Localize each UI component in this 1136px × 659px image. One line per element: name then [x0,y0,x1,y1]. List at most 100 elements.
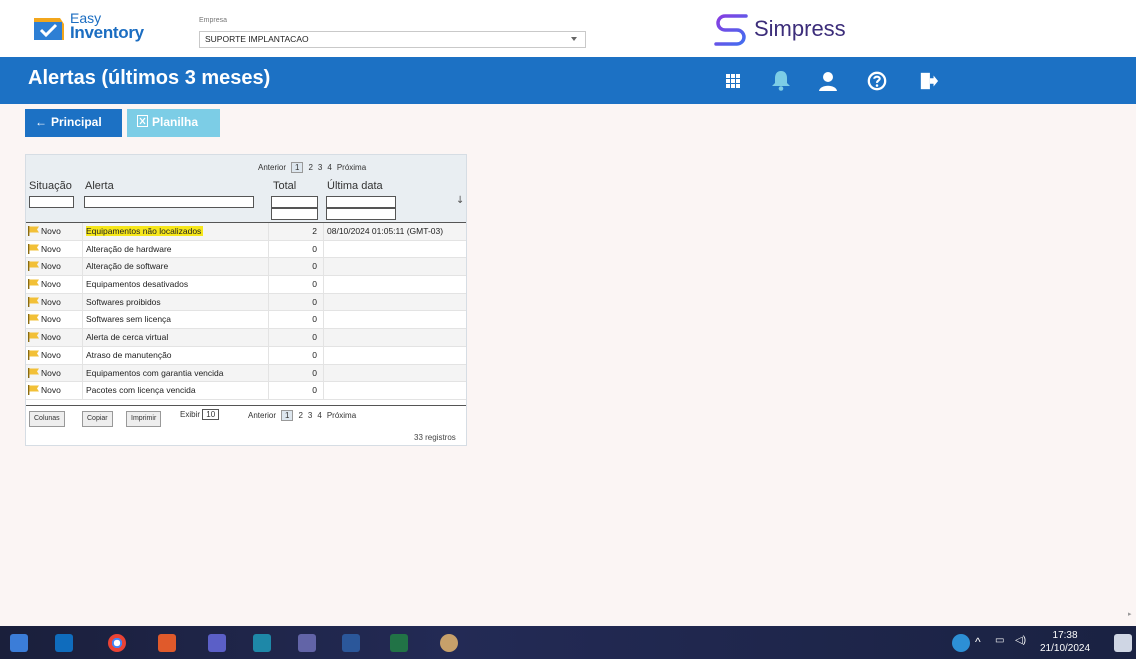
spreadsheet-icon [137,115,148,127]
alerta-cell[interactable]: Atraso de manutenção [82,346,268,364]
filter-situacao-input[interactable] [29,196,74,208]
simpress-logo-icon [714,14,748,46]
pager-page-4[interactable]: 4 [327,163,331,172]
teams-classic-icon[interactable] [298,634,316,652]
scroll-arrow-icon[interactable]: ▸ [1128,610,1132,618]
situacao-cell: Novo [28,261,82,272]
total-cell: 0 [268,364,323,382]
table-row[interactable]: Novo Equipamentos não localizados 2 08/10/2… [26,223,466,241]
title-bar: Alertas (últimos 3 meses) [0,57,1136,104]
volume-icon[interactable]: ◁) [1015,635,1026,646]
pager-page-1[interactable]: 1 [281,410,294,421]
word-icon[interactable] [342,634,360,652]
company-select-value: SUPORTE IMPLANTACAO [205,34,309,44]
ultima-data-cell [323,329,465,346]
situacao-text: Novo [41,279,61,290]
filter-total-min-input[interactable] [271,196,318,208]
page-size-label: Exibir [180,410,201,419]
app-icon[interactable] [158,634,176,652]
alerta-cell[interactable]: Softwares proibidos [82,293,268,311]
help-tray-icon[interactable] [952,634,970,652]
pager-page-4[interactable]: 4 [317,411,321,420]
alerta-text: Equipamentos com garantia vencida [86,367,224,378]
planilha-button-label: Planilha [152,115,199,129]
pager-next[interactable]: Próxima [337,163,366,172]
flag-icon [28,296,39,307]
filter-total-max-input[interactable] [271,208,318,220]
logout-icon[interactable] [918,71,940,91]
help-icon[interactable] [866,71,888,91]
taskbar-clock[interactable]: 17:38 21/10/2024 [1040,629,1090,655]
table-row[interactable]: Novo Alteração de hardware 0 [26,240,466,259]
sort-desc-icon[interactable]: ↓ [456,195,464,206]
alerta-cell[interactable]: Equipamentos com garantia vencida [82,364,268,382]
alerta-text: Softwares proibidos [86,296,161,307]
colunas-button[interactable]: Colunas [29,411,65,427]
notification-icon[interactable] [1114,634,1132,652]
planilha-button[interactable]: Planilha [127,109,220,137]
outlook-icon[interactable] [55,634,73,652]
table-row[interactable]: Novo Softwares proibidos 0 [26,293,466,312]
column-header-alerta[interactable]: Alerta [85,180,114,192]
alerta-cell[interactable]: Equipamentos não localizados [82,223,268,240]
filter-alerta-input[interactable] [84,196,254,208]
bell-icon[interactable] [769,69,793,91]
flag-icon [28,279,39,290]
alerta-cell[interactable]: Alteração de software [82,258,268,276]
column-header-ultima-data[interactable]: Última data [327,180,383,192]
easy-inventory-logo[interactable]: Easy Inventory [32,10,152,48]
arrow-left-icon: ← [35,115,47,129]
pager-prev[interactable]: Anterior [248,411,276,420]
principal-button[interactable]: ← Principal [25,109,122,137]
flag-icon [28,349,39,360]
pager-page-3[interactable]: 3 [318,163,322,172]
pager-page-2[interactable]: 2 [308,163,312,172]
alerta-cell[interactable]: Softwares sem licença [82,311,268,329]
total-cell: 0 [268,293,323,311]
battery-icon[interactable]: ▭ [995,635,1004,646]
table-row[interactable]: Novo Alteração de software 0 [26,258,466,277]
pager-prev[interactable]: Anterior [258,163,286,172]
pager-page-3[interactable]: 3 [308,411,312,420]
table-row[interactable]: Novo Atraso de manutenção 0 [26,346,466,365]
company-label: Empresa [199,17,228,24]
page-size-control[interactable]: Exibir 10 [180,409,220,420]
user-icon[interactable] [817,71,839,91]
table-row[interactable]: Novo Alerta de cerca virtual 0 [26,329,466,347]
situacao-cell: Novo [28,332,82,343]
file-explorer-icon[interactable] [10,634,28,652]
top-header: Easy Inventory Empresa SUPORTE IMPLANTAC… [0,0,1136,57]
alerta-cell[interactable]: Alteração de hardware [82,240,268,258]
flag-icon [28,367,39,378]
excel-icon[interactable] [390,634,408,652]
alerta-cell[interactable]: Alerta de cerca virtual [82,329,268,346]
copiar-button[interactable]: Copiar [82,411,113,427]
table-row[interactable]: Novo Pacotes com licença vencida 0 [26,382,466,400]
chrome-icon[interactable] [108,634,126,652]
pager-next[interactable]: Próxima [327,411,356,420]
teams-icon[interactable] [208,634,226,652]
table-row[interactable]: Novo Equipamentos com garantia vencida 0 [26,364,466,383]
filter-data-from-input[interactable] [326,196,396,208]
filter-data-to-input[interactable] [326,208,396,220]
pager-page-2[interactable]: 2 [298,411,302,420]
alerta-text: Equipamentos não localizados [86,226,204,236]
column-header-situacao[interactable]: Situação [29,180,72,192]
page-size-value[interactable]: 10 [202,409,220,420]
table-row[interactable]: Novo Equipamentos desativados 0 [26,276,466,294]
table-body: Novo Equipamentos não localizados 2 08/10/2… [26,223,466,400]
record-count: 33 registros [414,433,456,442]
alerta-text: Softwares sem licença [86,314,172,325]
pager-page-1[interactable]: 1 [291,162,304,173]
paint-icon[interactable] [440,634,458,652]
alerta-text: Equipamentos desativados [86,279,189,290]
table-row[interactable]: Novo Softwares sem licença 0 [26,311,466,330]
alerta-cell[interactable]: Equipamentos desativados [82,276,268,293]
company-select[interactable]: SUPORTE IMPLANTACAO [199,31,586,48]
chevron-up-icon[interactable]: ^ [975,635,981,649]
alerta-cell[interactable]: Pacotes com licença vencida [82,382,268,399]
column-header-total[interactable]: Total [273,180,296,192]
apps-grid-icon[interactable] [723,71,743,91]
imprimir-button[interactable]: Imprimir [126,411,162,427]
company-portal-icon[interactable] [253,634,271,652]
